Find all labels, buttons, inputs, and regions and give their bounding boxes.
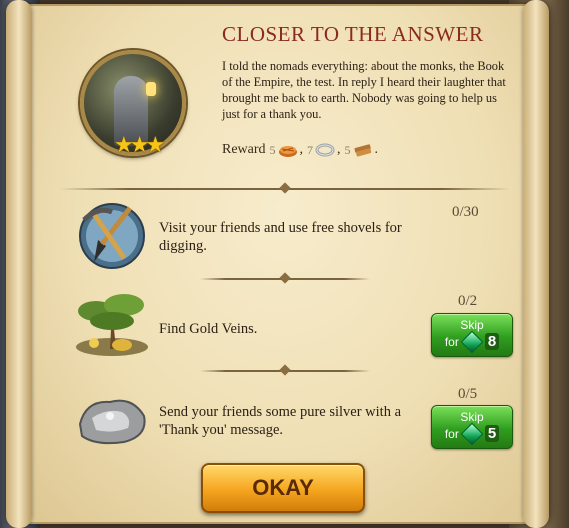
emerald-icon [460, 330, 484, 353]
skip-label: Skip [460, 318, 484, 332]
emerald-icon [460, 422, 484, 445]
quest-text-gold: Find Gold Veins. [159, 321, 258, 337]
section-divider [60, 182, 510, 194]
quest-progress-dig: 0/30 [452, 204, 479, 220]
wood-planks-icon [354, 144, 371, 157]
skip-cost-row: for 8 [432, 330, 512, 353]
lantern-icon [146, 82, 156, 96]
quest-divider [200, 272, 370, 284]
shovel-pickaxe-icon [79, 203, 145, 269]
skip-cost: 5 [484, 425, 500, 442]
reward-amount-pie: 5 [269, 142, 276, 157]
quest-title: CLOSER TO THE ANSWER [222, 22, 484, 46]
skip-for-label: for [444, 426, 459, 441]
reward-row: Reward 5 , 7 , 5 . [222, 142, 378, 158]
skip-label: Skip [460, 410, 484, 424]
skip-cost: 8 [484, 333, 500, 350]
quest-divider [200, 364, 370, 376]
quest-progress-gold: 0/2 [458, 293, 478, 309]
reward-label: Reward [222, 142, 266, 157]
silver-ore-icon [78, 399, 146, 445]
reward-amount-silver: 7 [307, 142, 314, 157]
silver-ring-icon [315, 143, 335, 157]
skip-button-gold[interactable]: Skip for 8 [431, 313, 513, 357]
quest-text-silver: Send your friends some pure silver with … [159, 404, 402, 438]
quest-text-dig: Visit your friends and use free shovels … [159, 220, 402, 254]
skip-cost-row: for 5 [432, 422, 512, 445]
pie-icon [278, 146, 297, 157]
quest-story-text: I told the nomads everything: about the … [222, 59, 506, 121]
skip-button-silver[interactable]: Skip for 5 [431, 405, 513, 449]
scroll-left-roll [6, 0, 32, 528]
quest-progress-silver: 0/5 [458, 386, 478, 402]
three-stars-icon: ★★★ [114, 132, 165, 157]
reward-sep: , [337, 142, 341, 157]
gold-vein-tree-icon [76, 294, 148, 356]
scroll-right-roll [523, 0, 549, 528]
skip-for-label: for [444, 334, 459, 349]
reward-sep: , [299, 142, 304, 157]
reward-end: . [374, 142, 379, 157]
okay-button[interactable]: OKAY [201, 463, 365, 513]
reward-amount-wood: 5 [344, 142, 351, 157]
